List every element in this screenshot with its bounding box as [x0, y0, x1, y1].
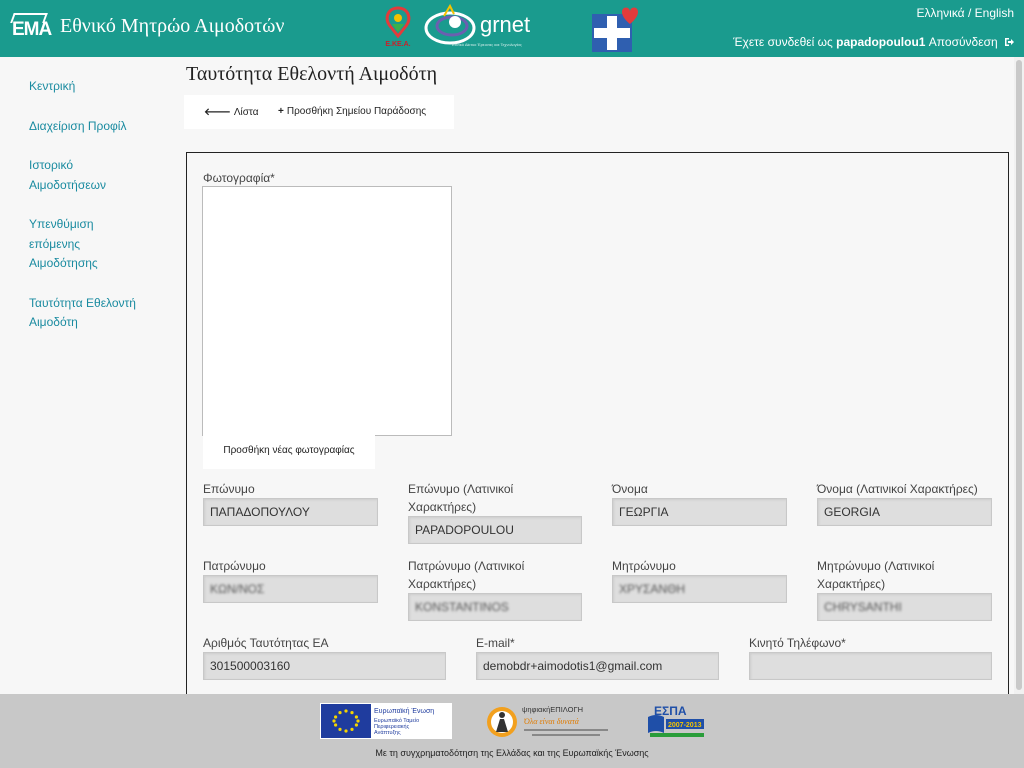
- mother-name-field[interactable]: ΧΡΥΣΑΝΘΗ: [612, 575, 787, 603]
- photo-preview: [202, 186, 452, 436]
- mobile-label: Κινητό Τηλέφωνο*: [749, 636, 846, 650]
- sidebar-item-reminder[interactable]: Υπενθύμιση επόμενης Αιμοδότησης: [29, 215, 109, 274]
- id-number-value: 301500003160: [210, 659, 291, 673]
- eu-sub1: Ευρωπαϊκό Ταμείο: [374, 717, 419, 724]
- photo-label: Φωτογραφία*: [203, 171, 275, 185]
- name-label: Όνομα: [612, 482, 648, 496]
- cofinance-text: Με τη συγχρηματοδότηση της Ελλάδας και τ…: [375, 748, 649, 758]
- digital-title: ψηφιακήΕΠΙΛΟΓΗ: [522, 705, 583, 714]
- mother-name-latin-value: CHRYSANTHI: [824, 600, 902, 614]
- eu-sub2: Περιφερειακής: [374, 723, 410, 730]
- partner-logos: Ε.ΚΕ.Α. grnet Εθνικό Δίκτυο Έρευνας και …: [380, 2, 640, 54]
- id-number-field[interactable]: 301500003160: [203, 652, 446, 680]
- add-delivery-point-button[interactable]: + Προσθήκη Σημείου Παράδοσης: [278, 106, 426, 117]
- father-name-latin-field[interactable]: KONSTANTINOS: [408, 593, 582, 621]
- id-number-label: Αριθμός Ταυτότητας ΕΑ: [203, 636, 329, 650]
- espa-logo: ΕΣΠΑ 2007-2013: [648, 704, 704, 737]
- add-photo-button[interactable]: Προσθήκη νέας φωτογραφίας: [203, 433, 375, 469]
- grnet-logo: grnet Εθνικό Δίκτυο Έρευνας και Τεχνολογ…: [422, 2, 570, 54]
- plus-icon: +: [278, 106, 284, 117]
- surname-latin-value: PAPADOPOULOU: [415, 523, 514, 537]
- surname-latin-label: Επώνυμο (Λατινικοί Χαρακτήρες): [408, 482, 514, 514]
- username: papadopoulou1: [836, 35, 926, 49]
- list-button-label: Λίστα: [233, 107, 259, 118]
- sidebar-item-home[interactable]: Κεντρική: [29, 77, 89, 97]
- grnet-subtitle: Εθνικό Δίκτυο Έρευνας και Τεχνολογίας: [452, 42, 522, 47]
- footer: Ευρωπαϊκή Ένωση Ευρωπαϊκό Ταμείο Περιφερ…: [0, 694, 1024, 768]
- sidebar-item-profile[interactable]: Διαχείριση Προφίλ: [29, 117, 139, 137]
- health-cross-logo: [592, 7, 638, 52]
- site-title[interactable]: Εθνικό Μητρώο Αιμοδοτών: [60, 15, 284, 38]
- eu-logo: Ευρωπαϊκή Ένωση Ευρωπαϊκό Ταμείο Περιφερ…: [320, 703, 452, 739]
- father-name-value: ΚΩΝ/ΝΟΣ: [210, 582, 265, 596]
- surname-label: Επώνυμο: [203, 482, 255, 496]
- surname-field[interactable]: ΠΑΠΑΔΟΠΟΥΛΟΥ: [203, 498, 378, 526]
- surname-latin-field[interactable]: PAPADOPOULOU: [408, 516, 582, 544]
- lang-separator: /: [964, 6, 975, 20]
- mother-name-label: Μητρώνυμο: [612, 559, 676, 573]
- father-name-label: Πατρώνυμο: [203, 559, 266, 573]
- ema-logo[interactable]: EMA: [10, 13, 52, 47]
- name-latin-value: GEORGIA: [824, 505, 881, 519]
- father-name-field[interactable]: ΚΩΝ/ΝΟΣ: [203, 575, 378, 603]
- mother-name-latin-label: Μητρώνυμο (Λατινικοί Χαρακτήρες): [817, 559, 935, 591]
- toolbar: 🡐 Λίστα + Προσθήκη Σημείου Παράδοσης: [184, 95, 454, 129]
- eu-title: Ευρωπαϊκή Ένωση: [374, 708, 434, 715]
- logout-icon[interactable]: [1004, 37, 1014, 47]
- sidebar-item-history[interactable]: Ιστορικό Αιμοδοτήσεων: [29, 156, 119, 195]
- mother-name-value: ΧΡΥΣΑΝΘΗ: [619, 582, 686, 596]
- photo-image-area: [208, 192, 446, 430]
- name-latin-label: Όνομα (Λατινικοί Χαρακτήρες): [817, 482, 978, 496]
- digital-sub: Όλα είναι δυνατά: [524, 717, 580, 726]
- add-delivery-point-label: Προσθήκη Σημείου Παράδοσης: [286, 106, 427, 117]
- name-field[interactable]: ΓΕΩΡΓΙΑ: [612, 498, 787, 526]
- logo-text: EMA: [12, 19, 52, 40]
- email-field[interactable]: demobdr+aimodotis1@gmail.com: [476, 652, 719, 680]
- login-prefix: Έχετε συνδεθεί ως: [733, 35, 837, 49]
- sidebar-nav: Κεντρική Διαχείριση Προφίλ Ιστορικό Αιμο…: [29, 77, 169, 353]
- page-title: Ταυτότητα Εθελοντή Αιμοδότη: [186, 63, 438, 85]
- surname-value: ΠΑΠΑΔΟΠΟΥΛΟΥ: [210, 505, 310, 519]
- ekea-text: Ε.ΚΕ.Α.: [385, 41, 410, 48]
- espa-years: 2007-2013: [668, 722, 702, 729]
- mother-name-latin-field[interactable]: CHRYSANTHI: [817, 593, 992, 621]
- top-header: EMA Εθνικό Μητρώο Αιμοδοτών Ε.ΚΕ.Α. grne…: [0, 0, 1024, 57]
- language-switcher: Ελληνικά / English: [916, 6, 1014, 20]
- arrow-left-icon: 🡐: [204, 107, 231, 118]
- father-name-latin-label: Πατρώνυμο (Λατινικοί Χαρακτήρες): [408, 559, 525, 591]
- scrollbar-thumb[interactable]: [1016, 60, 1022, 690]
- lang-greek-link[interactable]: Ελληνικά: [916, 6, 964, 20]
- login-status: Έχετε συνδεθεί ως papadopoulou1 Αποσύνδε…: [733, 35, 1014, 49]
- grnet-wordmark: grnet: [480, 12, 531, 37]
- lang-english-link[interactable]: English: [975, 6, 1014, 20]
- list-button[interactable]: 🡐 Λίστα: [204, 106, 259, 118]
- logout-link[interactable]: Αποσύνδεση: [925, 35, 998, 49]
- name-latin-field[interactable]: GEORGIA: [817, 498, 992, 526]
- father-name-latin-value: KONSTANTINOS: [415, 600, 509, 614]
- ekea-logo: Ε.ΚΕ.Α.: [385, 6, 411, 48]
- sidebar-item-donor-id[interactable]: Ταυτότητα Εθελοντή Αιμοδότη: [29, 294, 141, 333]
- eu-sub3: Ανάπτυξης: [374, 729, 401, 736]
- mobile-field[interactable]: [749, 652, 992, 680]
- digital-convergence-logo: ψηφιακήΕΠΙΛΟΓΗ Όλα είναι δυνατά: [487, 705, 608, 737]
- email-value: demobdr+aimodotis1@gmail.com: [483, 659, 663, 673]
- name-value: ΓΕΩΡΓΙΑ: [619, 505, 669, 519]
- email-label: E-mail*: [476, 636, 515, 650]
